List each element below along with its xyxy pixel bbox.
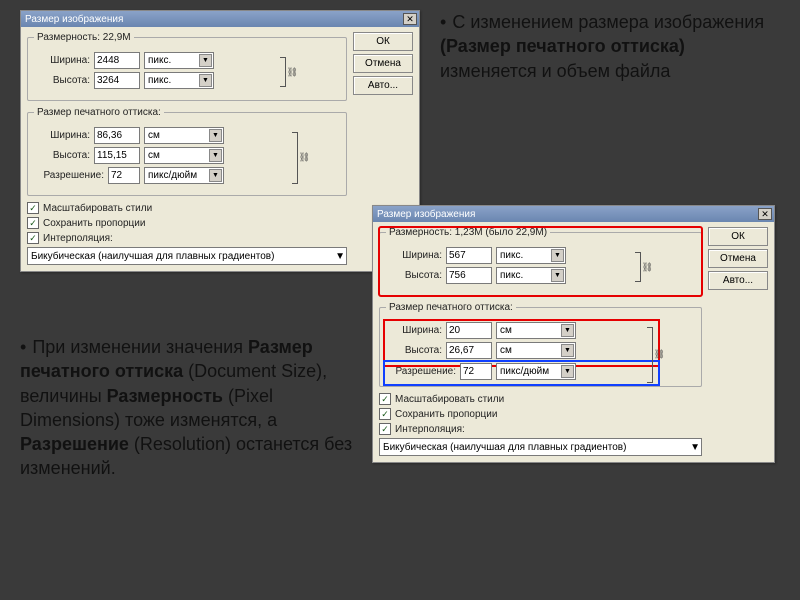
chevron-down-icon: ▼ <box>551 249 564 262</box>
image-size-dialog-1: Размер изображения ✕ Размерность: 22,9M … <box>20 10 420 272</box>
height-input[interactable] <box>446 267 492 284</box>
height-input[interactable] <box>94 72 140 89</box>
title-bar[interactable]: Размер изображения ✕ <box>21 11 419 27</box>
doc-height-input[interactable] <box>446 342 492 359</box>
constrain-proportions-check[interactable]: ✓ Сохранить пропорции <box>27 217 347 229</box>
ok-button[interactable]: ОК <box>708 227 768 246</box>
title-bar[interactable]: Размер изображения ✕ <box>373 206 774 222</box>
dialog-title: Размер изображения <box>25 14 123 25</box>
checkbox-icon: ✓ <box>379 423 391 435</box>
pixel-dimensions-group: Размерность: 22,9M Ширина: пикс.▼ Высота… <box>27 32 347 101</box>
resolution-unit-select[interactable]: пикс/дюйм▼ <box>144 167 224 184</box>
explanation-text-1: С изменением размера изображения (Размер… <box>440 10 785 83</box>
chain-icon: ⛓ <box>287 67 298 78</box>
pixel-dimensions-legend: Размерность: 1,23M (было 22,9M) <box>386 227 550 238</box>
constrain-proportions-check[interactable]: ✓ Сохранить пропорции <box>379 408 702 420</box>
chain-icon: ⛓ <box>299 152 310 163</box>
height-label: Высота: <box>34 75 90 86</box>
chain-icon: ⛓ <box>642 262 653 273</box>
chevron-down-icon: ▼ <box>561 344 574 357</box>
resolution-unit-select[interactable]: пикс/дюйм▼ <box>496 363 576 380</box>
close-icon[interactable]: ✕ <box>403 13 417 25</box>
doc-width-label: Ширина: <box>386 325 442 336</box>
auto-button[interactable]: Авто... <box>708 271 768 290</box>
chevron-down-icon: ▼ <box>199 54 212 67</box>
height-unit-select[interactable]: пикс.▼ <box>496 267 566 284</box>
chevron-down-icon: ▼ <box>561 365 574 378</box>
chevron-down-icon: ▼ <box>209 169 222 182</box>
auto-button[interactable]: Авто... <box>353 76 413 95</box>
resolution-label: Разрешение: <box>386 366 456 377</box>
scale-styles-check[interactable]: ✓ Масштабировать стили <box>27 202 347 214</box>
ok-button[interactable]: ОК <box>353 32 413 51</box>
doc-height-unit-select[interactable]: см▼ <box>496 342 576 359</box>
document-size-group: Размер печатного оттиска: Ширина: см▼ Вы… <box>27 107 347 196</box>
image-size-dialog-2: Размер изображения ✕ Размерность: 1,23M … <box>372 205 775 463</box>
doc-height-unit-select[interactable]: см▼ <box>144 147 224 164</box>
width-label: Ширина: <box>34 55 90 66</box>
doc-height-label: Высота: <box>34 150 90 161</box>
scale-styles-check[interactable]: ✓ Масштабировать стили <box>379 393 702 405</box>
doc-width-unit-select[interactable]: см▼ <box>144 127 224 144</box>
checkbox-icon: ✓ <box>379 408 391 420</box>
checkbox-icon: ✓ <box>379 393 391 405</box>
document-size-legend: Размер печатного оттиска: <box>386 302 516 313</box>
interpolation-method-select[interactable]: Бикубическая (наилучшая для плавных град… <box>27 247 347 265</box>
width-unit-select[interactable]: пикс.▼ <box>144 52 214 69</box>
resample-check[interactable]: ✓ Интерполяция: <box>27 232 347 244</box>
doc-width-input[interactable] <box>94 127 140 144</box>
doc-width-unit-select[interactable]: см▼ <box>496 322 576 339</box>
width-input[interactable] <box>446 247 492 264</box>
chevron-down-icon: ▼ <box>551 269 564 282</box>
chain-icon: ⛓ <box>654 349 665 360</box>
checkbox-icon: ✓ <box>27 217 39 229</box>
pixel-dimensions-group: Размерность: 1,23M (было 22,9M) Ширина: … <box>379 227 702 296</box>
width-input[interactable] <box>94 52 140 69</box>
document-size-group: Размер печатного оттиска: Ширина: см▼ Вы… <box>379 302 702 387</box>
checkbox-icon: ✓ <box>27 202 39 214</box>
resolution-input[interactable] <box>108 167 140 184</box>
chevron-down-icon: ▼ <box>335 251 345 262</box>
explanation-text-2: При изменении значения Размер печатного … <box>20 335 355 481</box>
width-label: Ширина: <box>386 250 442 261</box>
resample-check[interactable]: ✓ Интерполяция: <box>379 423 702 435</box>
pixel-dimensions-legend: Размерность: 22,9M <box>34 32 134 43</box>
chevron-down-icon: ▼ <box>209 149 222 162</box>
chevron-down-icon: ▼ <box>199 74 212 87</box>
interpolation-method-select[interactable]: Бикубическая (наилучшая для плавных град… <box>379 438 702 456</box>
height-label: Высота: <box>386 270 442 281</box>
chevron-down-icon: ▼ <box>561 324 574 337</box>
doc-height-input[interactable] <box>94 147 140 164</box>
height-unit-select[interactable]: пикс.▼ <box>144 72 214 89</box>
doc-height-label: Высота: <box>386 345 442 356</box>
cancel-button[interactable]: Отмена <box>708 249 768 268</box>
resolution-input[interactable] <box>460 363 492 380</box>
close-icon[interactable]: ✕ <box>758 208 772 220</box>
chevron-down-icon: ▼ <box>690 442 700 453</box>
width-unit-select[interactable]: пикс.▼ <box>496 247 566 264</box>
checkbox-icon: ✓ <box>27 232 39 244</box>
cancel-button[interactable]: Отмена <box>353 54 413 73</box>
doc-width-label: Ширина: <box>34 130 90 141</box>
dialog-title: Размер изображения <box>377 209 475 220</box>
resolution-label: Разрешение: <box>34 170 104 181</box>
document-size-legend: Размер печатного оттиска: <box>34 107 164 118</box>
doc-width-input[interactable] <box>446 322 492 339</box>
chevron-down-icon: ▼ <box>209 129 222 142</box>
